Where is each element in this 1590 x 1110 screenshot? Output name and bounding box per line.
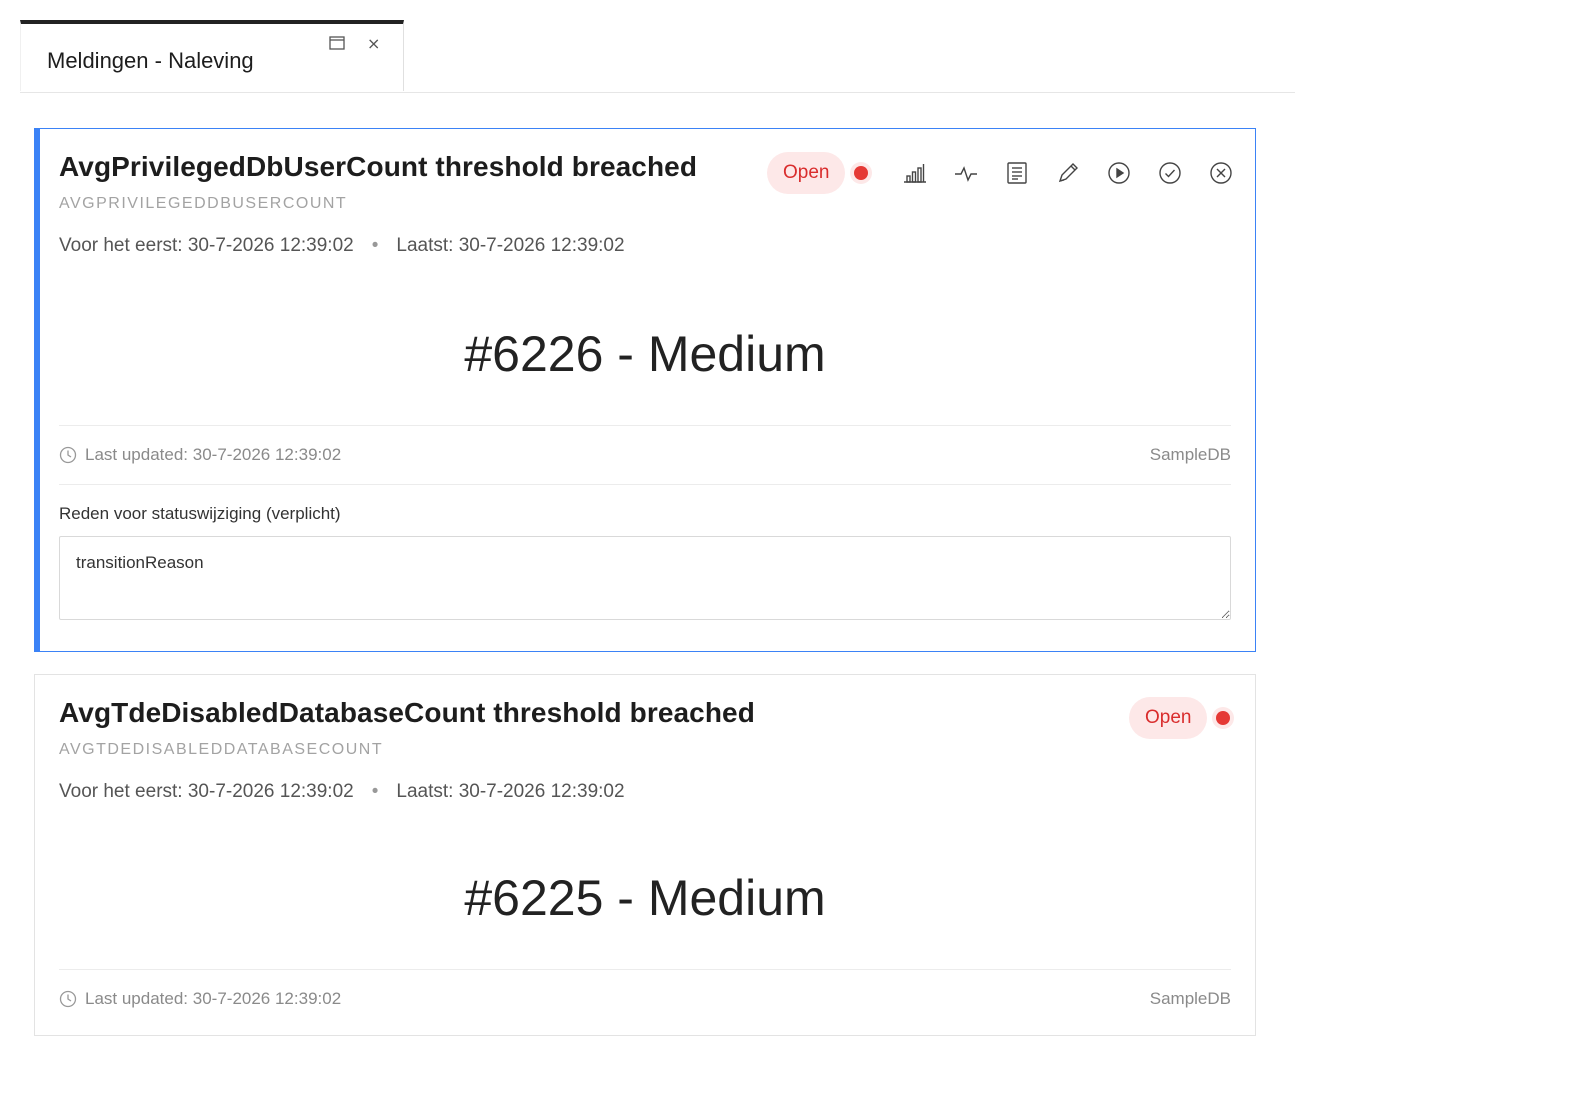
- date-separator: •: [371, 235, 379, 256]
- last-seen: Laatst: 30-7-2026 12:39:02: [396, 781, 625, 802]
- x-circle-icon: [1209, 162, 1232, 184]
- date-separator: •: [371, 781, 379, 802]
- alert-headline: #6225 - Medium: [464, 870, 826, 926]
- list-icon: [1006, 162, 1027, 184]
- clock-icon: [59, 990, 77, 1008]
- pencil-icon: [1058, 163, 1078, 183]
- activity-icon: [954, 166, 977, 182]
- check-circle-icon: [1158, 162, 1181, 184]
- close-tab-icon[interactable]: ×: [367, 36, 380, 52]
- status-indicator-dot: [850, 162, 872, 184]
- play-icon: [1107, 162, 1130, 184]
- reason-label: Reden voor statuswijziging (verplicht): [59, 504, 341, 523]
- resolve-button[interactable]: [1144, 157, 1195, 189]
- reason-input[interactable]: transitionReason: [59, 536, 1231, 620]
- details-button[interactable]: [991, 157, 1042, 189]
- last-updated: Last updated: 30-7-2026 12:39:02: [59, 445, 341, 465]
- status-badge[interactable]: Open: [767, 152, 846, 194]
- tab-meldingen-naleving[interactable]: Meldingen - Naleving ×: [20, 20, 404, 91]
- tab-bar: Meldingen - Naleving ×: [20, 20, 1295, 93]
- alert-title: AvgPrivilegedDbUserCount threshold breac…: [59, 151, 698, 182]
- clock-icon: [59, 446, 77, 464]
- activity-button[interactable]: [940, 157, 991, 189]
- last-updated: Last updated: 30-7-2026 12:39:02: [59, 989, 341, 1009]
- divider: [59, 484, 1231, 485]
- bar-chart-icon: [903, 164, 926, 183]
- alert-dates: Voor het eerst: 30-7-2026 12:39:02 • Laats…: [59, 781, 625, 803]
- restore-window-icon[interactable]: [329, 36, 345, 50]
- alert-headline: #6226 - Medium: [464, 326, 826, 382]
- edit-button[interactable]: [1042, 157, 1093, 189]
- alert-actions: [889, 157, 1246, 189]
- metrics-button[interactable]: [889, 157, 940, 189]
- status-badge[interactable]: Open: [1129, 697, 1208, 739]
- alert-source: SampleDB: [1149, 445, 1231, 464]
- first-seen: Voor het eerst: 30-7-2026 12:39:02: [59, 235, 354, 256]
- alert-source: SampleDB: [1149, 989, 1231, 1008]
- alert-card[interactable]: AvgTdeDisabledDatabaseCount threshold br…: [34, 674, 1256, 1036]
- alert-dates: Voor het eerst: 30-7-2026 12:39:02 • Laats…: [59, 235, 625, 257]
- tab-title: Meldingen - Naleving: [47, 48, 254, 73]
- last-updated-text: Last updated: 30-7-2026 12:39:02: [85, 989, 342, 1008]
- alert-code: AVGPRIVILEGEDDBUSERCOUNT: [59, 195, 348, 212]
- alert-card[interactable]: AvgPrivilegedDbUserCount threshold breac…: [34, 128, 1256, 652]
- divider: [59, 425, 1231, 426]
- last-seen: Laatst: 30-7-2026 12:39:02: [396, 235, 625, 256]
- divider: [59, 969, 1231, 970]
- alert-code: AVGTDEDISABLEDDATABASECOUNT: [59, 741, 384, 758]
- alert-title: AvgTdeDisabledDatabaseCount threshold br…: [59, 697, 755, 728]
- dismiss-button[interactable]: [1195, 157, 1246, 189]
- status-indicator-dot: [1212, 707, 1234, 729]
- start-button[interactable]: [1093, 157, 1144, 189]
- last-updated-text: Last updated: 30-7-2026 12:39:02: [85, 445, 342, 464]
- first-seen: Voor het eerst: 30-7-2026 12:39:02: [59, 781, 354, 802]
